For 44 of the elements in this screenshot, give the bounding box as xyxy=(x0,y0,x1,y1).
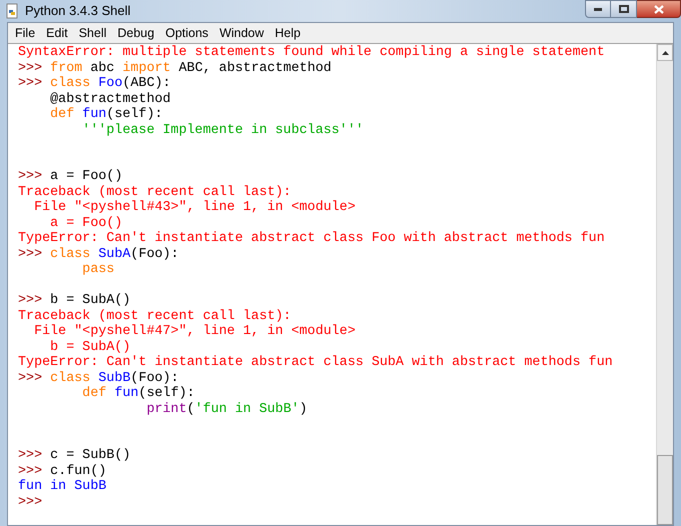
code-line: '''please Implemente in subclass''' xyxy=(81,122,364,138)
menu-item[interactable]: File xyxy=(10,24,40,42)
window-title: Python 3.4.3 Shell xyxy=(25,2,131,20)
code-line: def fun(self): xyxy=(49,107,163,122)
scroll-thumb[interactable] xyxy=(657,455,673,525)
code-line: File "<pyshell#47>", line 1, in <module> xyxy=(33,324,356,340)
code-line: pass xyxy=(81,262,114,278)
minimize-icon xyxy=(594,8,602,10)
code-line: def fun(self): xyxy=(81,386,195,402)
code-line: print('fun in SubB') xyxy=(146,402,308,417)
code-line: File "<pyshell#43>", line 1, in <module> xyxy=(33,200,356,216)
menu-item[interactable]: Options xyxy=(160,24,214,42)
code-line: SyntaxError: multiple statements found while compiling a single statement xyxy=(18,45,605,60)
code-line: >>> b = SubA() xyxy=(18,293,131,308)
menu-item[interactable]: Shell xyxy=(74,24,112,42)
code-line: a = Foo() xyxy=(49,216,122,231)
code-line: >>> a = Foo() xyxy=(18,169,122,184)
code-line: >>> c = SubB() xyxy=(18,448,131,464)
menu-item[interactable]: Debug xyxy=(112,24,160,42)
menu-item[interactable]: Window xyxy=(214,24,269,42)
vertical-scrollbar[interactable] xyxy=(656,44,673,525)
python-file-icon xyxy=(4,3,20,19)
close-icon xyxy=(654,4,664,14)
code-line: Traceback (most recent call last): xyxy=(18,308,292,324)
code-line: Traceback (most recent call last): xyxy=(18,184,292,200)
code-line: >>> xyxy=(18,494,42,510)
code-line: @abstractmethod xyxy=(49,92,171,107)
up-arrow-icon xyxy=(662,50,668,54)
code-line: b = SubA() xyxy=(49,340,130,355)
minimize-button[interactable] xyxy=(585,0,611,18)
code-line: >>> from abc import ABC, abstractmethod xyxy=(18,60,332,76)
scroll-up-button[interactable] xyxy=(657,44,673,61)
menu-item[interactable]: Edit xyxy=(41,24,73,42)
maximize-button[interactable] xyxy=(611,0,637,18)
code-line: >>> c.fun() xyxy=(18,464,106,479)
maximize-icon xyxy=(618,5,628,13)
code-line: fun in SubB xyxy=(18,479,106,494)
menu-item[interactable]: Help xyxy=(270,24,306,42)
code-line: >>> class SubB(Foo): xyxy=(18,370,179,386)
close-button[interactable] xyxy=(637,0,681,18)
code-line: TypeError: Can't instantiate abstract class SubA with abstract methods fun xyxy=(18,355,613,370)
code-line: >>> class Foo(ABC): xyxy=(18,76,171,92)
code-line: >>> class SubA(Foo): xyxy=(18,246,179,262)
code-line: TypeError: Can't instantiate abstract class Foo with abstract methods fun xyxy=(18,231,605,246)
